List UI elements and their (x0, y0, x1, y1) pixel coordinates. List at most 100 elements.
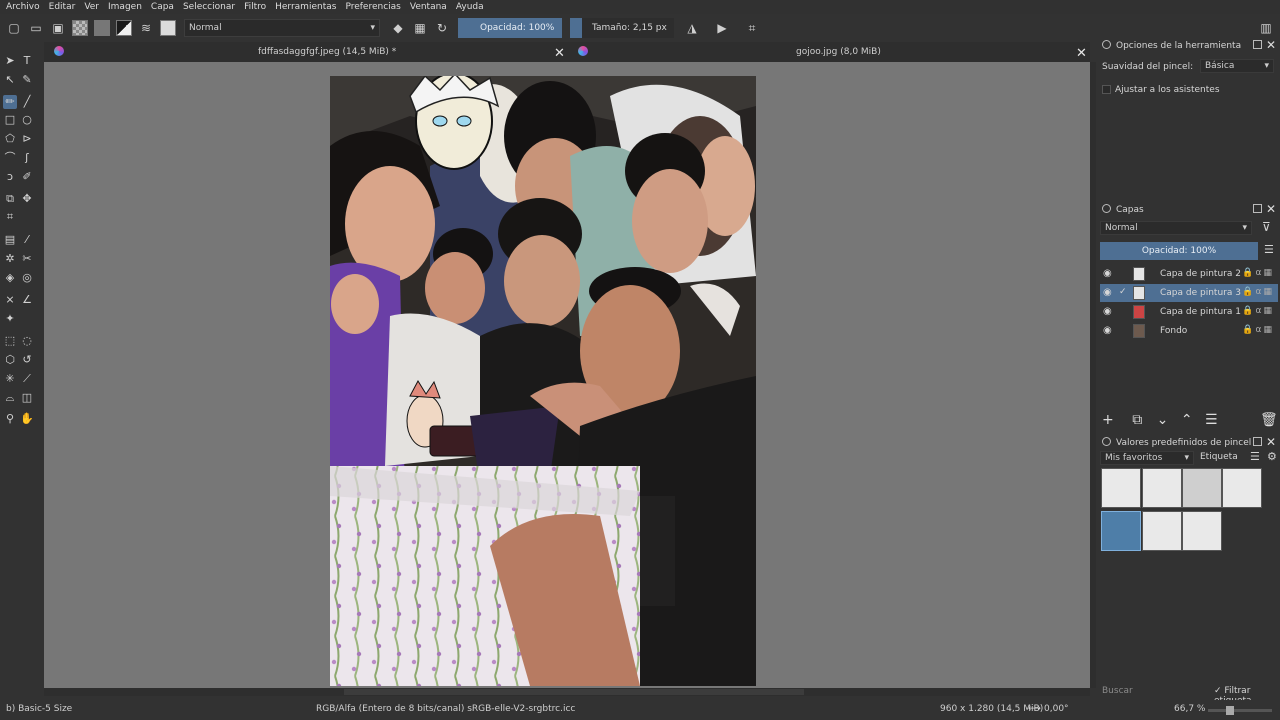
new-document-icon[interactable]: ▢ (6, 20, 22, 36)
fg-bg-color-swatch[interactable] (116, 20, 132, 36)
freehand-path-icon[interactable]: ʃ (20, 151, 34, 165)
brush-preset-eraser[interactable] (1101, 468, 1141, 508)
layer-blend-select[interactable]: Normal ▾ (1100, 221, 1252, 235)
duplicate-layer-icon[interactable]: ⧉ (1132, 412, 1142, 428)
assistant-tool-icon[interactable]: ⨯ (3, 293, 17, 307)
visibility-eye-icon[interactable]: ◉ (1103, 306, 1112, 317)
move-tool-icon[interactable]: ✥ (20, 192, 34, 206)
freehand-select-icon[interactable]: ↺ (20, 353, 34, 367)
close-panel-icon[interactable]: ✕ (1266, 38, 1276, 52)
menu-ventana[interactable]: Ventana (410, 2, 447, 12)
zoom-slider-handle[interactable] (1226, 706, 1234, 715)
mirror-horizontal-icon[interactable]: ◮ (684, 20, 700, 36)
layer-menu-icon[interactable]: ☰ (1264, 243, 1274, 256)
layer-row[interactable]: ◉ Capa de pintura 2 🔒α▦ (1100, 265, 1278, 283)
ellipse-tool-icon[interactable]: ○ (20, 113, 34, 127)
color-picker-icon[interactable]: ⁄ (20, 233, 34, 247)
tab-document-1[interactable]: fdffasdaggfgf.jpeg (14,5 MiB) * ✕ (50, 42, 570, 62)
visibility-eye-icon[interactable]: ◉ (1103, 268, 1112, 279)
layer-properties-icon[interactable]: ☰ (1205, 412, 1218, 428)
colorize-mask-icon[interactable]: ✲ (3, 252, 17, 266)
float-panel-icon[interactable] (1253, 204, 1262, 213)
visibility-eye-icon[interactable]: ◉ (1103, 287, 1112, 298)
layer-lock-alpha-icons[interactable]: 🔒α▦ (1242, 325, 1274, 335)
status-rotation[interactable]: 0,00° (1044, 704, 1069, 714)
brush-preset-pencil-blue[interactable] (1142, 468, 1182, 508)
smart-patch-icon[interactable]: ✂ (20, 252, 34, 266)
ellipse-select-icon[interactable]: ◌ (20, 334, 34, 348)
layer-row[interactable]: ◉ Capa de pintura 1 🔒α▦ (1100, 303, 1278, 321)
close-panel-icon[interactable]: ✕ (1266, 435, 1276, 449)
smoothing-select[interactable]: Básica ▾ (1200, 59, 1274, 73)
menu-capa[interactable]: Capa (151, 2, 174, 12)
fill-tool-icon[interactable]: ◈ (3, 271, 17, 285)
tag-button[interactable]: Etiqueta (1200, 452, 1238, 462)
freehand-brush-icon[interactable]: ✏ (3, 95, 17, 109)
crop-tool-icon[interactable]: ⌗ (3, 210, 17, 224)
close-tab-1-icon[interactable]: ✕ (554, 44, 565, 64)
panel-lock-icon[interactable] (1102, 40, 1111, 49)
menu-editar[interactable]: Editar (49, 2, 76, 12)
enclose-fill-icon[interactable]: ◎ (20, 271, 34, 285)
assistants-checkbox[interactable] (1102, 85, 1111, 94)
brush-preset-basic-5-size[interactable] (1101, 511, 1141, 551)
panel-lock-icon[interactable] (1102, 204, 1111, 213)
brush-settings-icon[interactable]: ≋ (138, 20, 154, 36)
alpha-lock-icon[interactable]: ▦ (412, 20, 428, 36)
rectangle-tool-icon[interactable]: □ (3, 113, 17, 127)
pan-tool-icon[interactable]: ✋ (20, 412, 34, 426)
select-shapes-icon[interactable]: ➤ (3, 54, 17, 68)
open-folder-icon[interactable]: ▭ (28, 20, 44, 36)
brush-search-input[interactable]: Buscar (1102, 686, 1133, 696)
brush-preset-fineliner[interactable] (1182, 511, 1222, 551)
edit-shapes-icon[interactable]: ↖ (3, 73, 17, 87)
zoom-slider[interactable] (1208, 706, 1272, 715)
text-tool-icon[interactable]: T (20, 54, 34, 68)
mirror-vertical-icon[interactable]: ▶ (714, 20, 730, 36)
layer-lock-alpha-icons[interactable]: 🔒α▦ (1242, 268, 1274, 278)
gradient-swatch[interactable] (94, 20, 110, 36)
menu-imagen[interactable]: Imagen (108, 2, 142, 12)
move-layer-down-icon[interactable]: ⌄ (1157, 412, 1169, 428)
status-zoom[interactable]: 66,7 % (1174, 704, 1205, 714)
dynamic-brush-icon[interactable]: ↄ (3, 170, 17, 184)
menu-herramientas[interactable]: Herramientas (275, 2, 336, 12)
opacity-slider[interactable]: Opacidad: 100% (458, 18, 562, 38)
layer-row[interactable]: ◉ Fondo 🔒α▦ (1100, 322, 1278, 340)
menu-ayuda[interactable]: Ayuda (456, 2, 484, 12)
menu-archivo[interactable]: Archivo (6, 2, 40, 12)
brush-preset-button[interactable] (160, 20, 176, 36)
polyline-tool-icon[interactable]: ⊳ (20, 132, 34, 146)
blend-mode-select[interactable]: Normal ▾ (184, 19, 380, 37)
menu-ver[interactable]: Ver (84, 2, 99, 12)
calligraphy-icon[interactable]: ✎ (20, 73, 34, 87)
menu-seleccionar[interactable]: Seleccionar (183, 2, 235, 12)
presets-view-icon[interactable]: ☰ (1250, 450, 1260, 463)
size-slider[interactable]: Tamaño: 2,15 px (570, 18, 674, 38)
bezier-select-icon[interactable]: ⌓ (3, 391, 17, 405)
reload-icon[interactable]: ↻ (434, 20, 450, 36)
scrollbar-thumb[interactable] (344, 689, 804, 695)
measure-tool-icon[interactable]: ∠ (20, 293, 34, 307)
magnetic-select-icon[interactable]: ◫ (20, 391, 34, 405)
reference-tool-icon[interactable]: ✦ (3, 312, 17, 326)
eraser-icon[interactable]: ◆ (390, 20, 406, 36)
menu-preferencias[interactable]: Preferencias (345, 2, 400, 12)
polygon-tool-icon[interactable]: ⬠ (3, 132, 17, 146)
zoom-tool-icon[interactable]: ⚲ (3, 412, 17, 426)
layer-lock-alpha-icons[interactable]: 🔒α▦ (1242, 306, 1274, 316)
panel-lock-icon[interactable] (1102, 437, 1111, 446)
contiguous-select-icon[interactable]: ✳ (3, 372, 17, 386)
save-icon[interactable]: ▣ (50, 20, 66, 36)
horizontal-scrollbar[interactable] (44, 688, 1090, 696)
visibility-eye-icon[interactable]: ◉ (1103, 325, 1112, 336)
delete-layer-icon[interactable]: 🗑 (1260, 412, 1278, 428)
close-tab-2-icon[interactable]: ✕ (1076, 44, 1087, 64)
brush-preset-ink[interactable] (1222, 468, 1262, 508)
polygon-select-icon[interactable]: ⬡ (3, 353, 17, 367)
pattern-swatch[interactable] (72, 20, 88, 36)
layer-row-selected[interactable]: ◉ ✓ Capa de pintura 3 🔒α▦ (1100, 284, 1278, 302)
menu-filtro[interactable]: Filtro (244, 2, 266, 12)
layer-lock-alpha-icons[interactable]: 🔒α▦ (1242, 287, 1274, 297)
close-panel-icon[interactable]: ✕ (1266, 202, 1276, 216)
